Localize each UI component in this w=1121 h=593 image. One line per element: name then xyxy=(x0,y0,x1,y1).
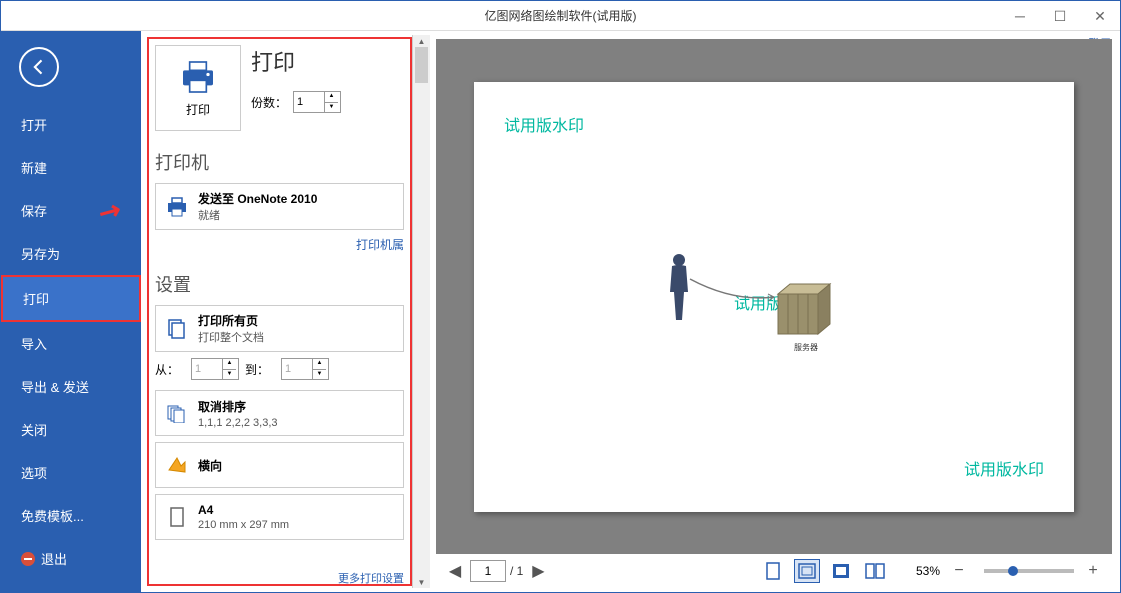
settings-section-title: 设置 xyxy=(155,271,404,297)
next-page-button[interactable]: ▶ xyxy=(527,560,549,582)
from-label: 从： xyxy=(155,361,179,378)
sidebar-item-close[interactable]: 关闭 xyxy=(1,408,141,451)
page-total: / 1 xyxy=(510,564,523,578)
view-fit-button[interactable] xyxy=(794,559,820,583)
collate-title: 取消排序 xyxy=(198,398,278,415)
settings-scrollbar[interactable]: ▲ ▼ xyxy=(412,35,430,588)
sidebar-item-new[interactable]: 新建 xyxy=(1,146,141,189)
printer-icon xyxy=(178,59,218,95)
to-spinner[interactable]: ▲▼ xyxy=(281,358,329,380)
print-preview: 试用版水印 试用版水印 试用版水印 xyxy=(436,39,1112,554)
watermark: 试用版水印 xyxy=(964,456,1044,480)
orientation-selector[interactable]: 横向 xyxy=(155,442,404,488)
minimize-button[interactable]: ─ xyxy=(1000,1,1040,31)
window-title: 亿图网络图绘制软件(试用版) xyxy=(485,7,637,24)
copies-label: 份数： xyxy=(251,94,287,111)
collate-icon xyxy=(164,400,190,426)
sidebar-item-exit[interactable]: 退出 xyxy=(1,537,141,580)
paper-title: A4 xyxy=(198,503,289,517)
view-full-button[interactable] xyxy=(828,559,854,583)
to-label: 到： xyxy=(245,361,269,378)
print-range-title: 打印所有页 xyxy=(198,312,264,329)
copies-spinner[interactable]: ▲▼ xyxy=(293,91,341,113)
orientation-label: 横向 xyxy=(198,457,222,474)
zoom-thumb[interactable] xyxy=(1008,566,1018,576)
prev-page-button[interactable]: ◀ xyxy=(444,560,466,582)
print-range-sub: 打印整个文档 xyxy=(198,332,264,344)
print-range-selector[interactable]: 打印所有页 打印整个文档 xyxy=(155,305,404,352)
orientation-icon xyxy=(164,452,190,478)
copies-input[interactable] xyxy=(294,92,324,112)
view-single-button[interactable] xyxy=(760,559,786,583)
sidebar-item-export[interactable]: 导出 & 发送 xyxy=(1,365,141,408)
zoom-in-button[interactable]: + xyxy=(1082,560,1104,582)
close-button[interactable]: ✕ xyxy=(1080,1,1120,31)
scroll-down-icon[interactable]: ▼ xyxy=(413,576,430,588)
page-full-icon xyxy=(832,563,850,579)
sidebar-item-options[interactable]: 选项 xyxy=(1,451,141,494)
page-number-input[interactable] xyxy=(470,560,506,582)
page-fit-icon xyxy=(798,563,816,579)
sidebar-item-print[interactable]: 打印 xyxy=(1,275,141,322)
collate-sub: 1,1,1 2,2,2 3,3,3 xyxy=(198,417,278,429)
preview-page: 试用版水印 试用版水印 试用版水印 xyxy=(474,82,1074,512)
watermark: 试用版水印 xyxy=(504,112,584,136)
zoom-slider[interactable] xyxy=(984,569,1074,573)
printer-section-title: 打印机 xyxy=(155,149,404,175)
to-input[interactable] xyxy=(282,359,312,379)
sidebar-item-import[interactable]: 导入 xyxy=(1,322,141,365)
from-spinner[interactable]: ▲▼ xyxy=(191,358,239,380)
back-button[interactable] xyxy=(19,47,59,87)
server-label: 服务器 xyxy=(794,342,818,353)
printer-status: 就绪 xyxy=(198,210,220,222)
paper-sub: 210 mm x 297 mm xyxy=(198,519,289,531)
printer-small-icon xyxy=(164,194,190,220)
collate-selector[interactable]: 取消排序 1,1,1 2,2,2 3,3,3 xyxy=(155,390,404,436)
scroll-thumb[interactable] xyxy=(415,47,428,83)
from-input[interactable] xyxy=(192,359,222,379)
copies-up[interactable]: ▲ xyxy=(325,92,338,103)
server-icon xyxy=(774,282,834,337)
printer-selector[interactable]: 发送至 OneNote 2010 就绪 xyxy=(155,183,404,230)
paper-icon xyxy=(164,504,190,530)
scroll-up-icon[interactable]: ▲ xyxy=(413,35,430,47)
maximize-button[interactable]: ☐ xyxy=(1040,1,1080,31)
print-button[interactable]: 打印 xyxy=(155,45,241,131)
pages-icon xyxy=(164,316,190,342)
zoom-out-button[interactable]: − xyxy=(948,560,970,582)
page-single-icon xyxy=(765,562,781,580)
connector-line xyxy=(688,277,778,307)
view-multi-button[interactable] xyxy=(862,559,888,583)
paper-selector[interactable]: A4 210 mm x 297 mm xyxy=(155,494,404,540)
printer-name: 发送至 OneNote 2010 xyxy=(198,190,317,207)
print-settings-panel: 打印 打印 份数： ▲▼ 打印机 发送至 OneNote 2010 就绪 xyxy=(147,37,412,586)
copies-down[interactable]: ▼ xyxy=(325,103,338,113)
sidebar-item-saveas[interactable]: 另存为 xyxy=(1,232,141,275)
sidebar: 打开 新建 保存 另存为 打印 导入 导出 & 发送 关闭 选项 免费模板...… xyxy=(1,31,141,592)
zoom-value: 53% xyxy=(916,564,940,578)
sidebar-item-open[interactable]: 打开 xyxy=(1,103,141,146)
printer-properties-link[interactable]: 打印机属 xyxy=(155,236,404,253)
exit-icon xyxy=(21,552,35,566)
arrow-left-icon xyxy=(29,57,49,77)
preview-toolbar: ◀ / 1 ▶ 53% − xyxy=(436,554,1112,588)
page-multi-icon xyxy=(865,563,885,579)
sidebar-item-templates[interactable]: 免费模板... xyxy=(1,494,141,537)
more-print-settings-link[interactable]: 更多打印设置 xyxy=(338,570,404,586)
